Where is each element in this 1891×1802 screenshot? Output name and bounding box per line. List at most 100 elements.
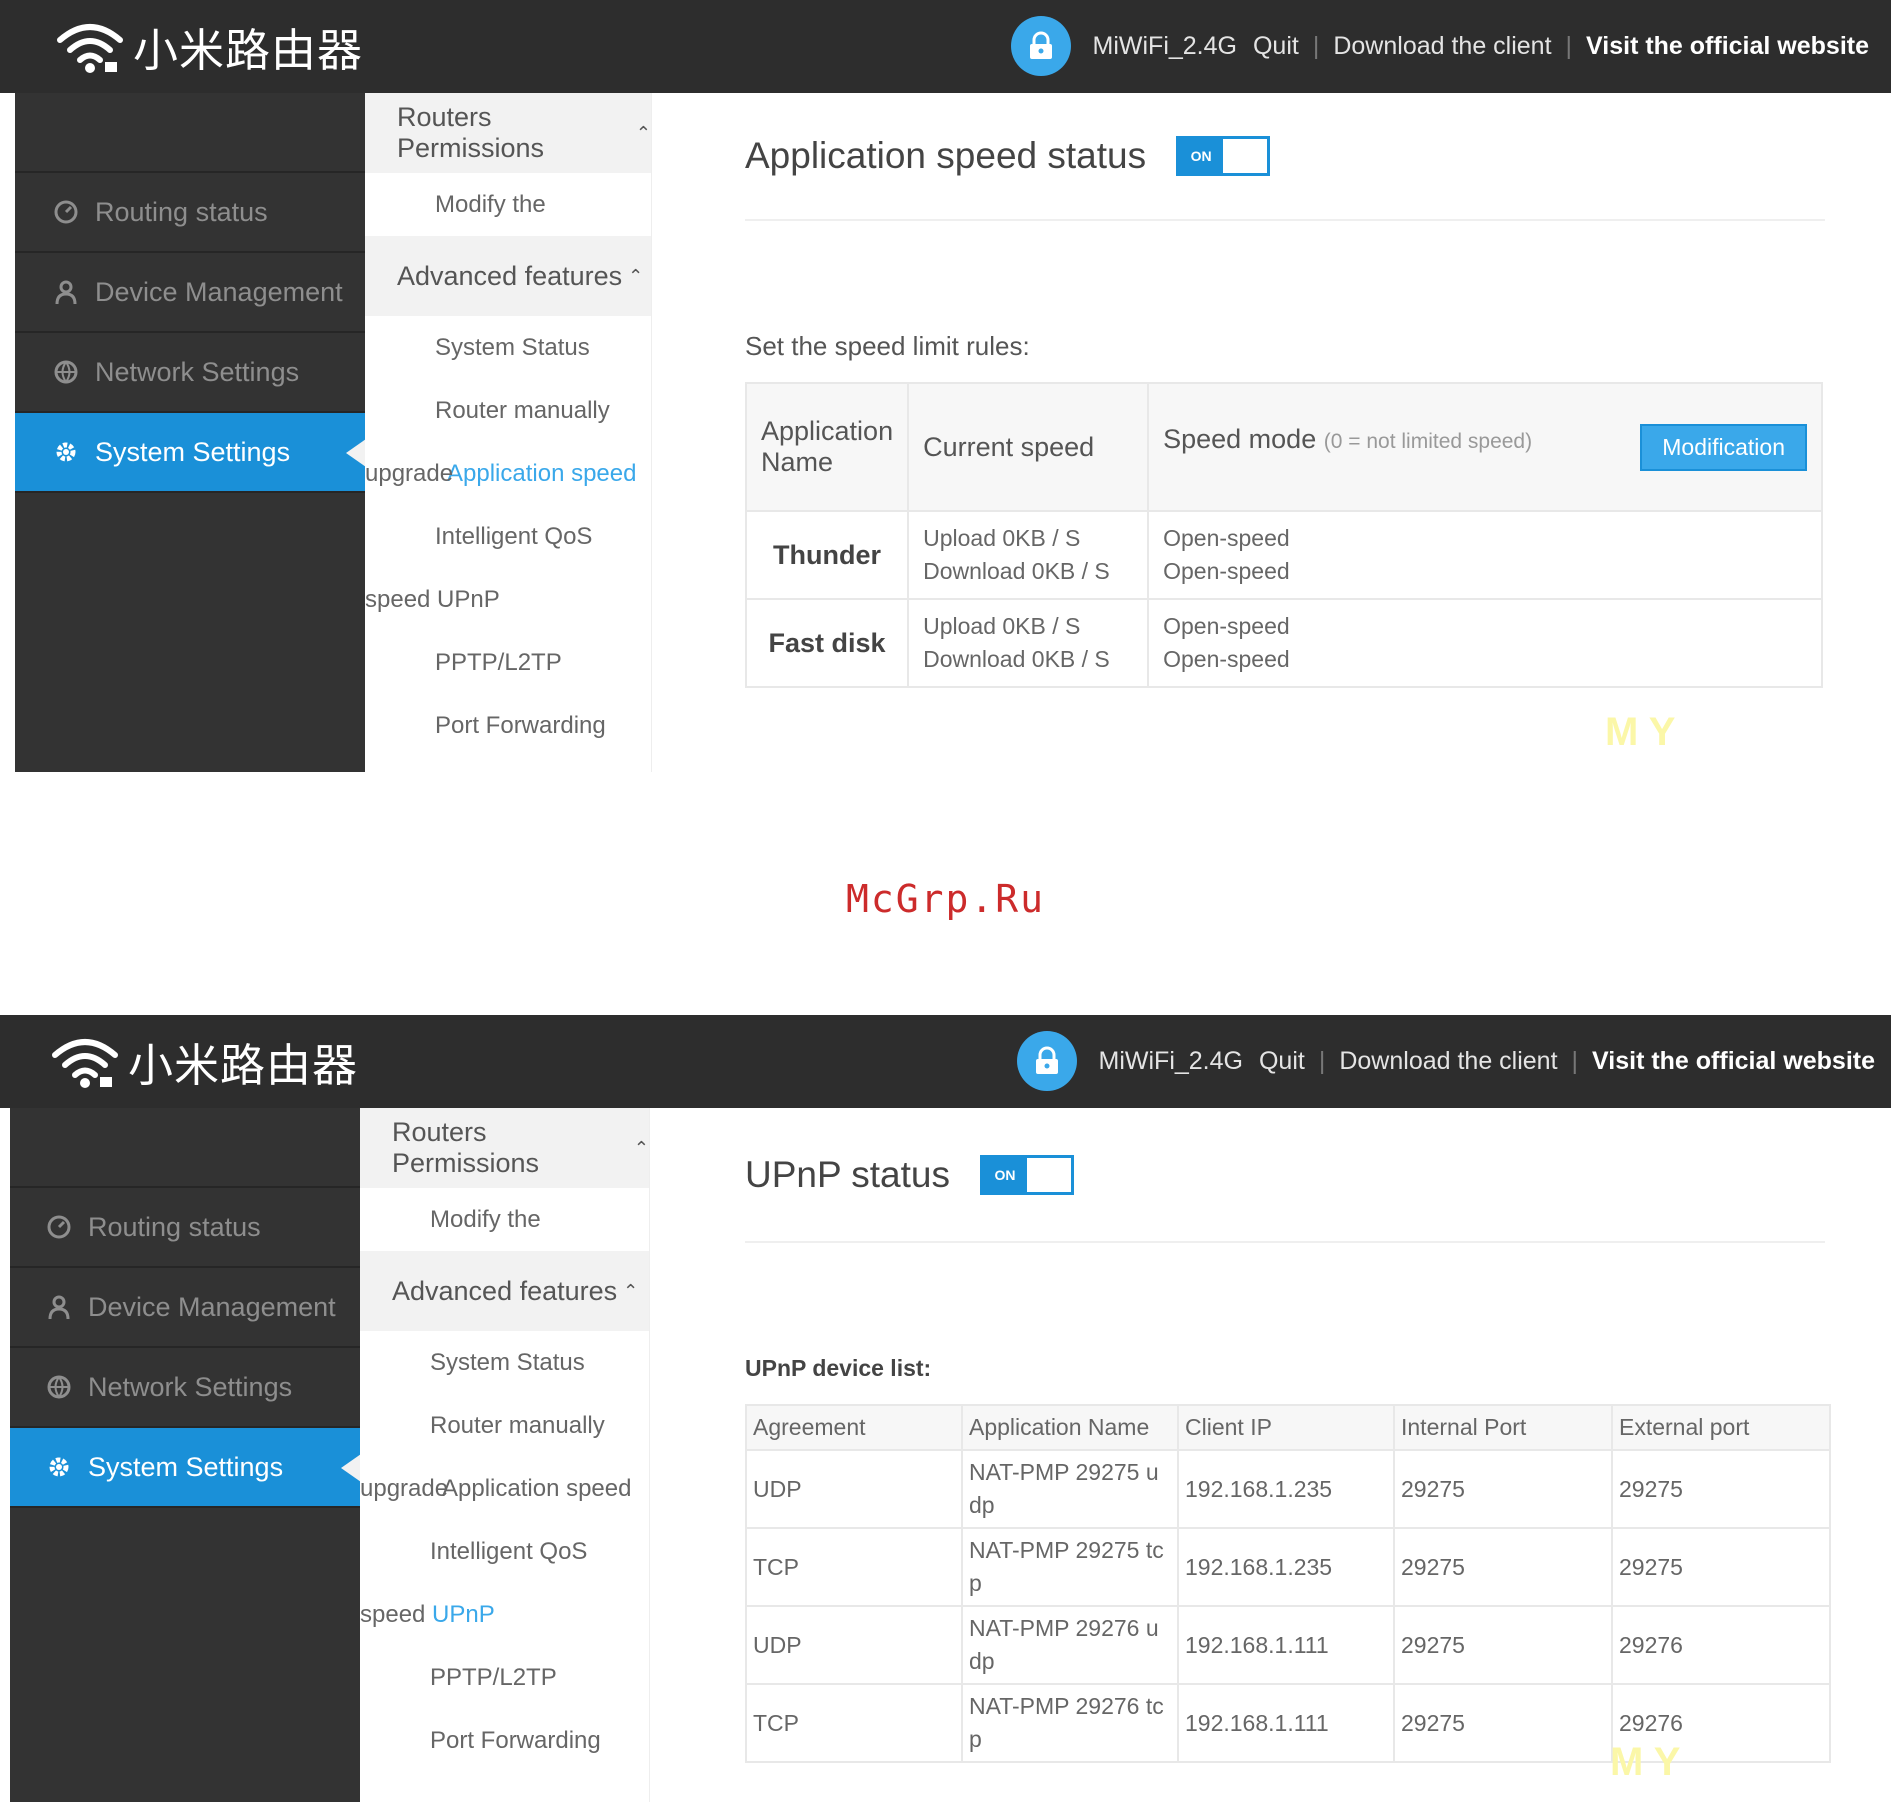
sub-item-intelligent-qos[interactable]: Intelligent QoS	[360, 1520, 649, 1583]
sidebar-item-device-management[interactable]: Device Management	[10, 1268, 360, 1348]
separator: |	[1312, 31, 1320, 60]
cell-agreement: UDP	[745, 1449, 963, 1529]
sub-item-application-speed[interactable]: upgrade Application speed	[360, 1457, 649, 1520]
sub-item-router-manually[interactable]: Router manually	[360, 1394, 649, 1457]
rules-label: Set the speed limit rules:	[745, 331, 1030, 361]
sidebar-item-system-settings[interactable]: System Settings	[15, 413, 366, 493]
logo[interactable]: 小米路由器	[50, 1029, 358, 1094]
col-header: Internal Port	[1393, 1404, 1613, 1451]
sub-item-pptp[interactable]: PPTP/L2TP	[365, 631, 651, 694]
cell-client-ip: 192.168.1.235	[1177, 1527, 1395, 1607]
toggle-knob	[1223, 139, 1268, 173]
col-header: External port	[1611, 1404, 1831, 1451]
official-website-link[interactable]: Visit the official website	[1592, 1047, 1875, 1076]
separator: |	[1318, 1046, 1326, 1075]
sub-item-upnp[interactable]: speed UPnP	[365, 568, 651, 631]
sub-item-upnp[interactable]: speed UPnP	[360, 1583, 649, 1646]
table-row: Fast disk Upload 0KB / S Download 0KB / S…	[744, 598, 1823, 688]
sub-item-application-speed[interactable]: upgrade Application speed	[365, 442, 651, 505]
group-routers-permissions[interactable]: Routers Permissions ⌃	[360, 1108, 649, 1188]
app-name: Fast disk	[744, 598, 910, 688]
cell-client-ip: 192.168.1.111	[1177, 1605, 1395, 1685]
sidebar-item-label: Device Management	[88, 1291, 336, 1322]
cell-agreement: UDP	[745, 1605, 963, 1685]
cell-client-ip: 192.168.1.111	[1177, 1683, 1395, 1763]
sidebar-item-device-management[interactable]: Device Management	[15, 253, 365, 333]
cell-internal-port: 29275	[1393, 1449, 1613, 1529]
chevron-up-icon: ⌃	[623, 1280, 639, 1301]
sidebar-item-network-settings[interactable]: Network Settings	[15, 333, 365, 413]
table-row: UDP NAT-PMP 29275 udp 192.168.1.235 2927…	[745, 1449, 1831, 1529]
col-header: Agreement	[745, 1404, 963, 1451]
speed-rules-table: Application Name Current speed Speed mod…	[744, 382, 1823, 688]
sub-item-label: Application speed	[447, 459, 637, 487]
speed-mode-hint: (0 = not limited speed)	[1323, 429, 1533, 453]
table-row: TCP NAT-PMP 29275 tcp 192.168.1.235 2927…	[745, 1527, 1831, 1607]
gear-icon	[46, 1454, 72, 1480]
download-client-link[interactable]: Download the client	[1333, 32, 1551, 61]
sidebar-item-routing-status[interactable]: Routing status	[15, 173, 365, 253]
official-website-link[interactable]: Visit the official website	[1586, 32, 1869, 61]
logo[interactable]: 小米路由器	[55, 14, 363, 79]
lock-icon[interactable]	[1010, 16, 1071, 76]
sidebar-item-label: System Settings	[95, 436, 291, 467]
separator: |	[1565, 31, 1573, 60]
quit-link[interactable]: Quit	[1259, 1047, 1305, 1076]
sidebar-item-system-settings[interactable]: System Settings	[10, 1428, 361, 1508]
sub-item-pptp[interactable]: PPTP/L2TP	[360, 1646, 649, 1709]
chevron-up-icon: ⌃	[628, 265, 644, 286]
sub-item-system-status[interactable]: System Status	[365, 316, 651, 379]
cell-internal-port: 29275	[1393, 1683, 1613, 1763]
group-advanced-features[interactable]: Advanced features ⌃	[365, 236, 651, 316]
sidebar-item-label: System Settings	[88, 1451, 284, 1482]
col-header: Speed mode (0 = not limited speed) Modif…	[1147, 382, 1823, 512]
main-content: Application speed status ON Set the spee…	[744, 93, 1825, 688]
logo-text: 小米路由器	[128, 1039, 359, 1092]
cell-app-name: NAT-PMP 29276 tcp	[961, 1683, 1179, 1763]
sub-sidebar: Routers Permissions ⌃ Modify the Advanced…	[360, 1108, 650, 1802]
group-routers-permissions[interactable]: Routers Permissions ⌃	[365, 93, 651, 173]
sidebar-item-label: Network Settings	[88, 1371, 293, 1402]
chevron-up-icon: ⌃	[635, 122, 651, 143]
quit-link[interactable]: Quit	[1253, 32, 1299, 61]
cell-app-name: NAT-PMP 29275 tcp	[961, 1527, 1179, 1607]
gear-icon	[53, 439, 79, 465]
sidebar-item-label: Device Management	[95, 276, 343, 307]
cell-agreement: TCP	[745, 1683, 963, 1763]
sub-item-port-forwarding[interactable]: Port Forwarding	[365, 694, 651, 757]
status-toggle[interactable]: ON	[1176, 136, 1271, 176]
gauge-icon	[46, 1214, 72, 1240]
speed-mode-label: Speed mode	[1163, 423, 1317, 454]
modification-button[interactable]: Modification	[1640, 423, 1807, 471]
sub-item-prefix: speed	[360, 1600, 426, 1628]
group-label: Advanced features	[392, 1275, 618, 1306]
status-toggle[interactable]: ON	[979, 1154, 1074, 1195]
download-client-link[interactable]: Download the client	[1339, 1047, 1557, 1076]
user-icon	[46, 1294, 72, 1320]
sub-item-prefix: speed	[365, 585, 431, 613]
logo-text: 小米路由器	[133, 24, 364, 77]
sidebar-item-network-settings[interactable]: Network Settings	[10, 1348, 360, 1428]
site-watermark: McGrp.Ru	[845, 877, 1046, 921]
app-name: Thunder	[744, 510, 910, 600]
speed-mode: Open-speed Open-speed	[1147, 510, 1823, 600]
sub-item-router-manually[interactable]: Router manually	[365, 379, 651, 442]
section-header: UPnP status ON	[745, 1108, 1825, 1243]
table-header: Application Name Current speed Speed mod…	[744, 382, 1823, 512]
sidebar-item-routing-status[interactable]: Routing status	[10, 1188, 360, 1268]
group-advanced-features[interactable]: Advanced features ⌃	[360, 1251, 649, 1331]
table-row: Thunder Upload 0KB / S Download 0KB / S O…	[744, 510, 1823, 600]
separator: |	[1571, 1046, 1579, 1075]
col-header: Application Name	[744, 382, 910, 512]
sub-item-label: UPnP	[437, 585, 500, 613]
sub-item-system-status[interactable]: System Status	[360, 1331, 649, 1394]
sub-item-intelligent-qos[interactable]: Intelligent QoS	[365, 505, 651, 568]
lock-icon[interactable]	[1016, 1031, 1077, 1091]
table-row: UDP NAT-PMP 29276 udp 192.168.1.111 2927…	[745, 1605, 1831, 1685]
sidebar-item-label: Routing status	[88, 1211, 261, 1242]
upnp-device-table: Agreement Application Name Client IP Int…	[745, 1404, 1831, 1763]
sub-item-modify[interactable]: Modify the	[360, 1188, 649, 1251]
sub-item-port-forwarding[interactable]: Port Forwarding	[360, 1709, 649, 1772]
sub-item-modify[interactable]: Modify the	[365, 173, 651, 236]
sidebar-item-label: Network Settings	[95, 356, 300, 387]
